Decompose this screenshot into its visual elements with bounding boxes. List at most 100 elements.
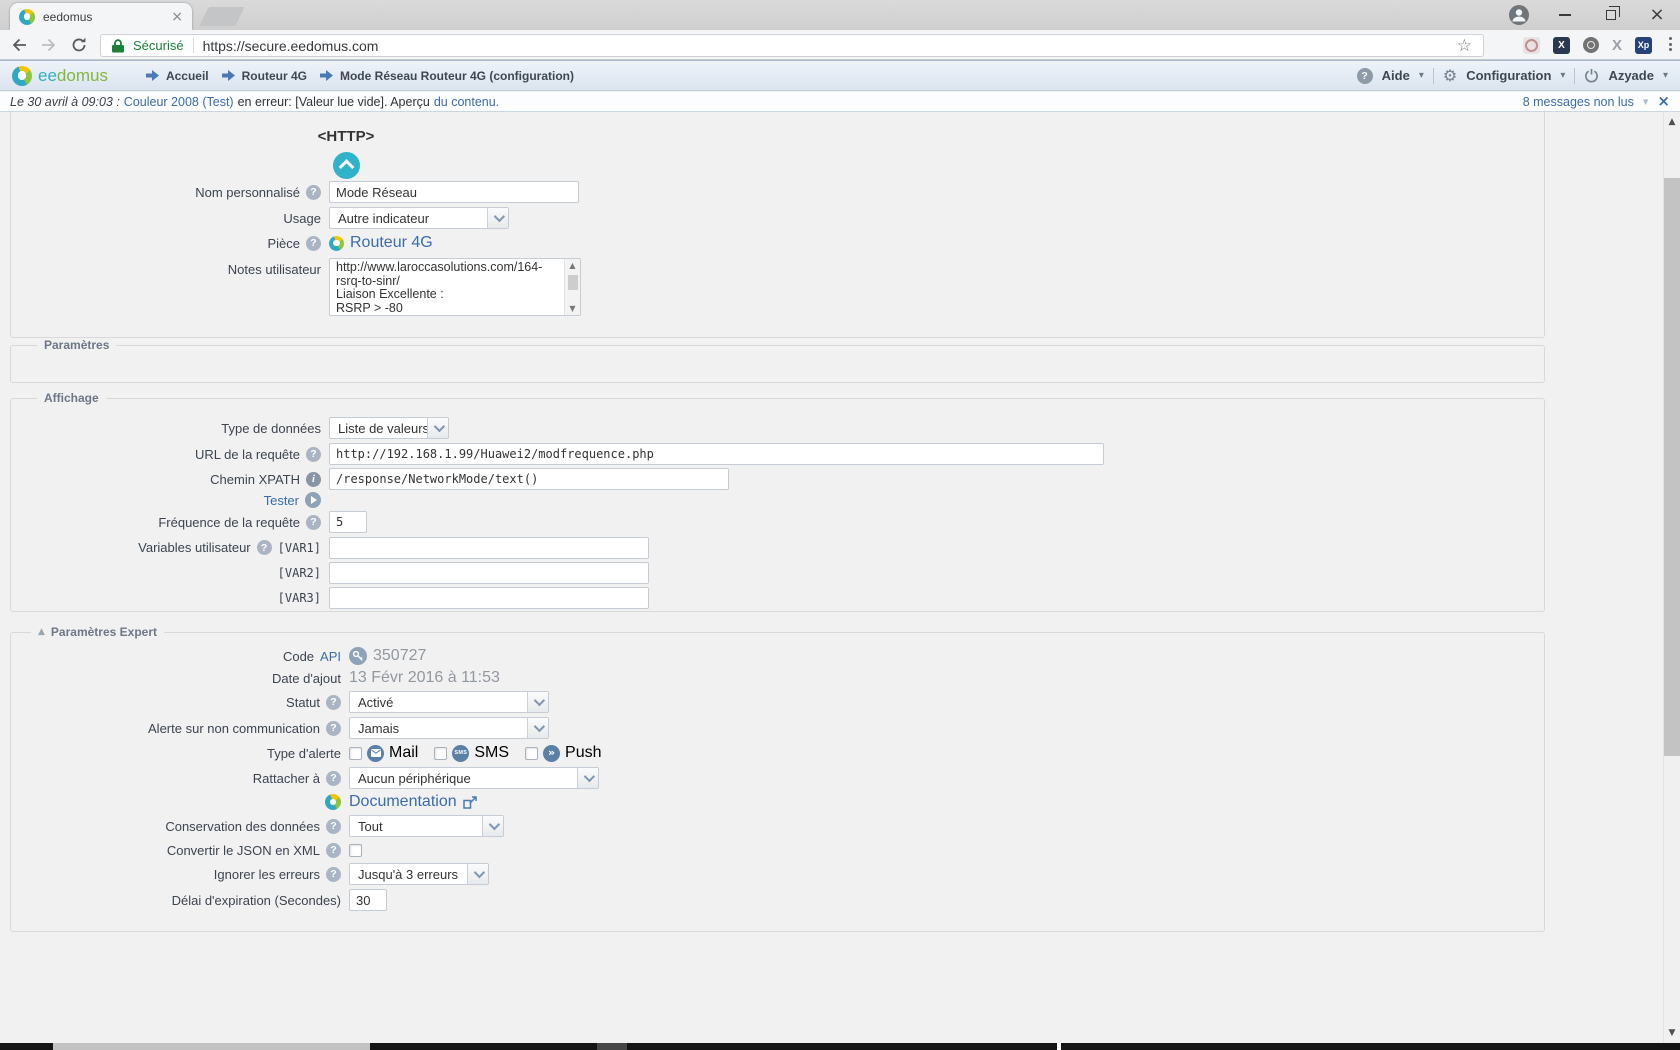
- r-circle-extension-icon[interactable]: [1583, 37, 1599, 53]
- acrobat-extension-icon[interactable]: [1523, 37, 1540, 54]
- textarea-scrollbar[interactable]: ▲ ▼: [564, 259, 580, 315]
- minimize-button[interactable]: [1542, 0, 1588, 30]
- field-row-conservation: Conservation des données ? Tout: [11, 813, 1544, 839]
- window-controls: ×: [1496, 0, 1680, 30]
- unread-messages-link[interactable]: 8 messages non lus: [1523, 95, 1634, 109]
- scroll-up-icon[interactable]: ▲: [565, 261, 580, 270]
- url-requete-input[interactable]: [329, 443, 1104, 465]
- scrollbar-thumb[interactable]: [568, 275, 578, 290]
- collapse-triangle-icon[interactable]: ▲: [38, 627, 45, 637]
- notes-textarea[interactable]: http://www.laroccasolutions.com/164-rsrq…: [329, 258, 581, 316]
- notification-content-link[interactable]: du contenu.: [434, 95, 499, 109]
- scroll-down-icon[interactable]: ▼: [1664, 1028, 1680, 1038]
- documentation-link[interactable]: Documentation: [349, 793, 457, 811]
- xpath-input[interactable]: [329, 468, 729, 490]
- sms-label: SMS: [474, 744, 509, 762]
- profile-button[interactable]: [1496, 0, 1542, 30]
- url-text[interactable]: https://secure.eedomus.com: [203, 38, 379, 54]
- json-xml-checkbox[interactable]: [349, 844, 362, 857]
- scroll-down-icon[interactable]: ▼: [565, 304, 580, 313]
- menu-aide[interactable]: Aide: [1382, 68, 1410, 83]
- affichage-section: Affichage Type de données Liste de valeu…: [10, 398, 1545, 612]
- collapse-up-button[interactable]: [333, 152, 360, 179]
- help-icon[interactable]: ?: [306, 236, 321, 251]
- usage-select[interactable]: Autre indicateur: [329, 207, 509, 229]
- frequence-label: Fréquence de la requête: [158, 515, 300, 530]
- conservation-select[interactable]: Tout: [349, 815, 504, 837]
- type-donnees-select[interactable]: Liste de valeurs: [329, 417, 449, 439]
- help-icon[interactable]: ?: [326, 721, 341, 736]
- ignorer-label: Ignorer les erreurs: [214, 867, 320, 882]
- play-icon[interactable]: [305, 492, 321, 508]
- help-icon[interactable]: ?: [326, 819, 341, 834]
- taskbar-window-segment[interactable]: [53, 1043, 370, 1050]
- chevron-down-icon[interactable]: ▾: [1643, 95, 1649, 108]
- back-button[interactable]: [10, 36, 28, 59]
- frequence-input[interactable]: [329, 511, 367, 533]
- notification-close-icon[interactable]: ×: [1657, 94, 1670, 109]
- browser-tab-strip: eedomus × ×: [0, 0, 1680, 30]
- variables-label: Variables utilisateur: [138, 540, 250, 555]
- x-extension-icon[interactable]: X: [1553, 37, 1570, 54]
- taskbar-divider: [1057, 1043, 1061, 1050]
- var2-input[interactable]: [329, 562, 649, 584]
- xp-extension-icon[interactable]: Xp: [1635, 37, 1652, 54]
- breadcrumb-routeur[interactable]: Routeur 4G: [242, 69, 307, 83]
- api-key-icon[interactable]: [349, 647, 367, 665]
- alerte-select[interactable]: Jamais: [349, 717, 549, 739]
- url-requete-label: URL de la requête: [195, 447, 300, 462]
- menu-configuration[interactable]: Configuration: [1466, 68, 1551, 83]
- help-icon[interactable]: ?: [306, 447, 321, 462]
- breadcrumb-accueil[interactable]: Accueil: [166, 69, 209, 83]
- rattacher-select[interactable]: Aucun périphérique: [349, 767, 599, 789]
- nom-input[interactable]: [329, 181, 579, 203]
- x-gray-extension-icon[interactable]: X: [1612, 37, 1622, 54]
- help-icon[interactable]: ?: [306, 185, 321, 200]
- parametres-section: Paramètres: [10, 345, 1545, 383]
- chrome-menu-icon[interactable]: [1669, 37, 1672, 51]
- push-checkbox[interactable]: [525, 747, 538, 760]
- reload-button[interactable]: [70, 36, 88, 59]
- help-icon[interactable]: ?: [326, 843, 341, 858]
- notification-device-link[interactable]: Couleur 2008 (Test): [124, 95, 234, 109]
- new-tab-button[interactable]: [199, 7, 244, 26]
- ignorer-select[interactable]: Jusqu'à 3 erreurs: [349, 863, 489, 885]
- help-icon[interactable]: ?: [306, 515, 321, 530]
- var1-tag: [VAR1]: [278, 541, 321, 555]
- browser-tab[interactable]: eedomus ×: [10, 3, 192, 30]
- statut-select[interactable]: Activé: [349, 691, 549, 713]
- help-icon[interactable]: ?: [257, 540, 272, 555]
- tab-close-icon[interactable]: ×: [171, 10, 183, 24]
- address-bar[interactable]: Sécurisé https://secure.eedomus.com ☆: [100, 34, 1484, 57]
- var1-input[interactable]: [329, 537, 649, 559]
- brand-link[interactable]: eedomus: [12, 66, 108, 86]
- taskbar[interactable]: [0, 1043, 1680, 1050]
- page-scrollbar[interactable]: ▲ ▼: [1663, 112, 1680, 1043]
- help-icon[interactable]: ?: [326, 695, 341, 710]
- field-row-type-alerte: Type d'alerte Mail SMS SMS: [11, 741, 1544, 765]
- menu-user[interactable]: Azyade: [1608, 68, 1654, 83]
- field-row-rattacher: Rattacher à ? Aucun périphérique: [11, 765, 1544, 791]
- help-icon[interactable]: ?: [326, 771, 341, 786]
- secure-label[interactable]: Sécurisé: [133, 38, 184, 53]
- api-link[interactable]: API: [320, 649, 341, 664]
- bookmark-star-icon[interactable]: ☆: [1457, 36, 1472, 56]
- info-icon[interactable]: i: [306, 472, 321, 487]
- delai-input[interactable]: [349, 889, 387, 911]
- var3-input[interactable]: [329, 587, 649, 609]
- piece-link[interactable]: Routeur 4G: [350, 234, 433, 252]
- room-icon: [329, 236, 344, 251]
- scrollbar-thumb[interactable]: [1664, 178, 1680, 756]
- external-link-icon[interactable]: [463, 796, 477, 809]
- forward-button[interactable]: [40, 36, 58, 59]
- taskbar-window-segment[interactable]: [597, 1043, 627, 1050]
- mail-checkbox[interactable]: [349, 747, 362, 760]
- field-row-piece: Pièce ? Routeur 4G: [11, 231, 1544, 255]
- restore-button[interactable]: [1588, 0, 1634, 30]
- tester-link[interactable]: Tester: [264, 493, 299, 508]
- chevron-down-icon: ▾: [1560, 70, 1565, 81]
- close-window-button[interactable]: ×: [1634, 0, 1680, 30]
- sms-checkbox[interactable]: [434, 747, 447, 760]
- scroll-up-icon[interactable]: ▲: [1664, 117, 1680, 127]
- help-icon[interactable]: ?: [326, 867, 341, 882]
